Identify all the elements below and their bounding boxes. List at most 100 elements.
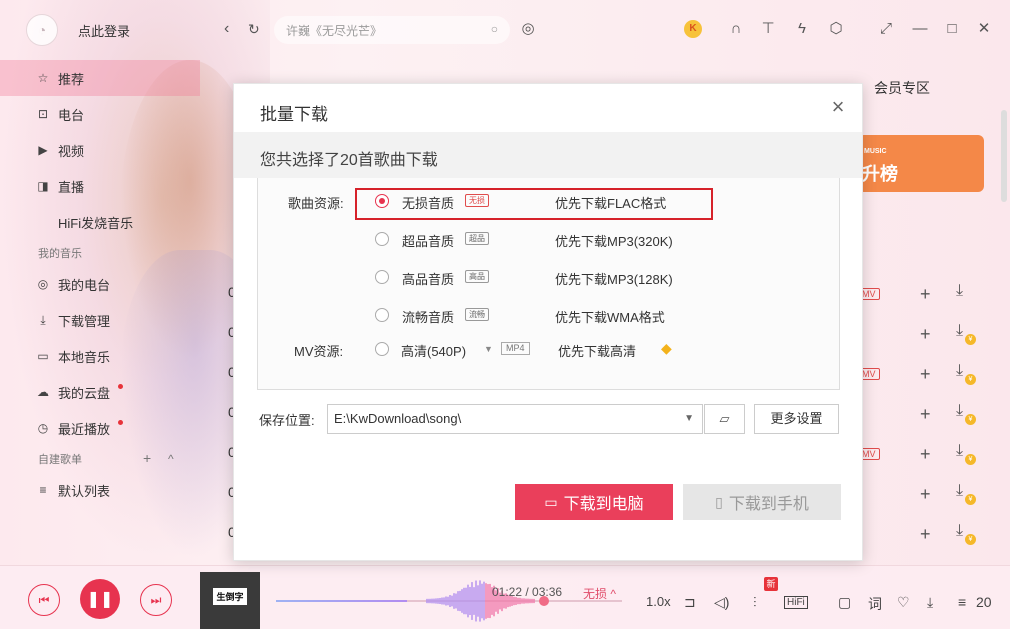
user-area[interactable]: ◔ 点此登录 xyxy=(26,14,130,46)
chevron-down-icon[interactable]: ▼ xyxy=(484,344,493,354)
save-path-value: E:\KwDownload\song\ xyxy=(334,411,462,426)
quality-radio[interactable] xyxy=(375,232,389,246)
maximize-icon[interactable]: □ xyxy=(942,19,962,39)
sidebar-item[interactable]: HiFi发烧音乐 xyxy=(0,204,200,240)
skin-icon[interactable]: ⊤ xyxy=(758,19,778,39)
minimize-icon[interactable]: — xyxy=(910,19,930,39)
download-icon[interactable]: ⤓ xyxy=(956,362,963,380)
mv-radio[interactable] xyxy=(375,342,389,356)
progress-knob[interactable] xyxy=(538,596,549,606)
window-close-icon[interactable]: ✕ xyxy=(974,19,994,39)
download-icon[interactable]: ⤓ xyxy=(956,482,963,500)
banner-small-text: MUSIC xyxy=(864,148,887,155)
equalizer-icon[interactable]: ⫶ xyxy=(753,594,757,611)
lightning-icon[interactable]: ϟ xyxy=(792,19,812,39)
section-title-my-music: 我的音乐 xyxy=(38,248,82,260)
save-path-select[interactable]: E:\KwDownload\song\ ▼ xyxy=(327,404,703,434)
prev-button[interactable]: ⏮ xyxy=(28,584,60,616)
vip-icon[interactable]: K xyxy=(684,20,702,38)
chevron-up-icon[interactable]: ^ xyxy=(168,452,174,466)
add-icon[interactable]: + xyxy=(920,524,931,545)
quality-name: 无损音质 xyxy=(402,196,455,211)
album-cover-text: 生倒字 xyxy=(213,588,247,605)
download-to-pc-button[interactable]: ▭ 下载到电脑 xyxy=(515,484,673,520)
add-icon[interactable]: + xyxy=(920,484,931,505)
quality-option-row[interactable]: 歌曲资源: 无损音质 无损 优先下载FLAC格式 xyxy=(258,186,841,220)
sidebar-item[interactable]: ☆ 推荐 xyxy=(0,60,200,96)
avatar[interactable]: ◔ xyxy=(26,14,58,46)
add-playlist-icon[interactable]: + xyxy=(143,450,151,466)
download-icon[interactable]: ⤓ xyxy=(956,402,963,420)
settings-icon[interactable]: ⬡ xyxy=(826,19,846,39)
mv-description: 优先下载高清 xyxy=(558,344,637,359)
quality-option-row[interactable]: 流畅音质 流畅 优先下载WMA格式 xyxy=(258,300,841,330)
download-icon[interactable]: ⤓ xyxy=(956,522,963,540)
quality-badge: 高品 xyxy=(465,270,489,283)
mv-option[interactable]: 高清(540P) xyxy=(401,341,466,360)
folder-button[interactable]: ▱ xyxy=(704,404,745,434)
sidebar-item[interactable]: ⊡ 电台 xyxy=(0,96,200,132)
add-icon[interactable]: + xyxy=(920,324,931,345)
quality-name: 高品音质 xyxy=(402,272,455,287)
tab-member[interactable]: 会员专区 xyxy=(874,78,930,98)
mini-mode-icon[interactable]: ⤢ xyxy=(876,19,896,39)
quality-radio[interactable] xyxy=(375,194,389,208)
sidebar-item[interactable]: ◨ 直播 xyxy=(0,168,200,204)
sidebar-item[interactable]: ≡ 默认列表 xyxy=(0,472,200,508)
progress-fill xyxy=(276,600,408,602)
sidebar-item[interactable]: ▶ 视频 xyxy=(0,132,200,168)
new-badge: 新 xyxy=(764,577,778,591)
playlist-icon[interactable]: ≡ xyxy=(958,594,966,610)
star-icon: ☆ xyxy=(37,71,49,85)
sidebar-item[interactable]: ▭ 本地音乐 xyxy=(0,338,200,374)
phone-icon: ▯ xyxy=(715,493,723,510)
scrollbar[interactable] xyxy=(1001,110,1007,202)
pause-button[interactable]: ❚❚ xyxy=(80,579,120,619)
refresh-icon[interactable]: ↻ xyxy=(248,21,260,38)
sidebar-item[interactable]: ◷ 最近播放 xyxy=(0,410,200,446)
quality-option-row[interactable]: 高品音质 高品 优先下载MP3(128K) xyxy=(258,262,841,292)
login-link[interactable]: 点此登录 xyxy=(78,21,130,40)
add-icon[interactable]: + xyxy=(920,404,931,425)
chart-banner[interactable]: MUSIC 升榜 xyxy=(858,135,984,192)
search-icon[interactable]: ○ xyxy=(491,22,498,36)
quality-selector[interactable]: 无损 ^ xyxy=(583,585,616,602)
diamond-vip-icon: ◆ xyxy=(661,340,672,356)
close-icon[interactable]: × xyxy=(826,96,850,120)
progress-area[interactable]: 01:22 / 03:36 无损 ^ xyxy=(276,576,622,622)
more-settings-button[interactable]: 更多设置 xyxy=(754,404,839,434)
sidebar-item[interactable]: ◎ 我的电台 xyxy=(0,266,200,302)
speed-button[interactable]: 1.0x xyxy=(646,594,671,609)
comment-icon[interactable]: ▢ xyxy=(838,594,851,611)
album-cover[interactable]: 生倒字 xyxy=(200,572,260,629)
download-icon[interactable]: ⤓ xyxy=(956,282,963,300)
playlist-count[interactable]: 20 xyxy=(976,594,992,610)
download-to-phone-button[interactable]: ▯ 下载到手机 xyxy=(683,484,841,520)
back-icon[interactable]: ‹ xyxy=(224,20,229,38)
sidebar-item[interactable]: ☁ 我的云盘 xyxy=(0,374,200,410)
add-icon[interactable]: + xyxy=(920,284,931,305)
search-input[interactable]: 许巍《无尽光芒》 ○ xyxy=(274,16,510,44)
chevron-down-icon[interactable]: ▼ xyxy=(684,405,694,433)
quality-radio[interactable] xyxy=(375,270,389,284)
download-to-phone-label: 下载到手机 xyxy=(728,496,809,513)
mv-row[interactable]: MV资源: 高清(540P) ▼ MP4 优先下载高清 ◆ xyxy=(258,334,841,364)
selected-count-bar: 您共选择了20首歌曲下载 xyxy=(234,132,862,178)
screen-icon[interactable]: ⊐ xyxy=(684,594,696,611)
headphone-icon[interactable]: ∩ xyxy=(726,19,746,39)
add-icon[interactable]: + xyxy=(920,444,931,465)
download-icon[interactable]: ⤓ xyxy=(956,442,963,460)
listen-recognize-icon[interactable]: ◎ xyxy=(518,19,538,39)
download-icon[interactable]: ⤓ xyxy=(956,322,963,340)
sidebar-item-label: 我的云盘 xyxy=(58,385,111,401)
quality-radio[interactable] xyxy=(375,308,389,322)
add-icon[interactable]: + xyxy=(920,364,931,385)
next-button[interactable]: ⏭ xyxy=(140,584,172,616)
download-icon[interactable]: ⤓ xyxy=(927,594,933,611)
favorite-icon[interactable]: ♡ xyxy=(897,594,910,611)
volume-icon[interactable]: ◁) xyxy=(714,594,729,611)
hifi-button[interactable]: HiFi xyxy=(784,596,808,609)
quality-option-row[interactable]: 超品音质 超品 优先下载MP3(320K) xyxy=(258,224,841,254)
lyrics-button[interactable]: 词 xyxy=(868,594,882,614)
sidebar-item[interactable]: ⤓ 下载管理 xyxy=(0,302,200,338)
